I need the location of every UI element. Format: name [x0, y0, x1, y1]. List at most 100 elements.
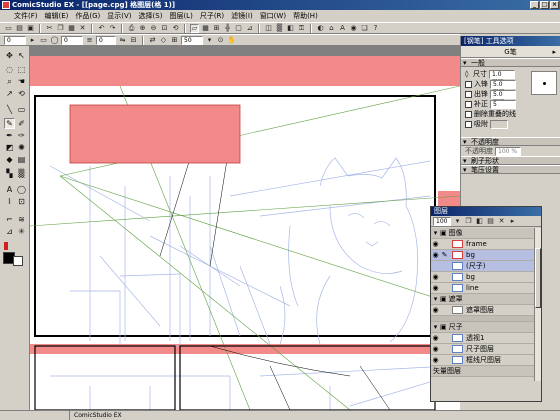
- layer-row-ruler-sub[interactable]: (尺子): [431, 261, 535, 272]
- delete-overlap-checkbox[interactable]: [465, 110, 472, 118]
- perspective-tool-icon[interactable]: ⊿: [4, 226, 15, 237]
- menu-view[interactable]: 显示(V): [107, 11, 131, 21]
- layer-row-mask[interactable]: ◉ 遮罩图层: [431, 305, 535, 316]
- eye-icon[interactable]: ◉: [431, 356, 440, 364]
- hand-icon[interactable]: ✋: [227, 36, 236, 45]
- option-field-1[interactable]: 0: [4, 35, 26, 45]
- selected-mask-rect[interactable]: [69, 104, 241, 164]
- panel-menu-icon[interactable]: ▸: [552, 48, 556, 56]
- maximize-button[interactable]: □: [540, 1, 549, 9]
- layer-row-vector[interactable]: 矢量图层: [431, 366, 535, 377]
- transparent-color-swatch[interactable]: [4, 242, 8, 250]
- eye-icon[interactable]: ◉: [431, 273, 440, 281]
- correction-field[interactable]: 5: [490, 99, 516, 109]
- layer-row-line[interactable]: ◉ line: [431, 283, 535, 294]
- speed-line-icon[interactable]: ≋: [16, 214, 27, 225]
- layer-folder-icon[interactable]: ▤: [486, 217, 495, 226]
- pattern-icon[interactable]: ▚: [4, 168, 15, 179]
- section-pressure[interactable]: 笔压设置: [461, 165, 560, 174]
- object-select-icon[interactable]: ↖: [16, 50, 27, 61]
- layer-icon[interactable]: ◫: [264, 24, 273, 33]
- text-tool-icon[interactable]: A: [4, 184, 15, 195]
- eraser-icon[interactable]: ◩: [4, 142, 15, 153]
- eye-icon[interactable]: ◉: [431, 251, 440, 259]
- folder-mask[interactable]: ▾ ▣ 遮罩: [431, 294, 535, 305]
- tool-name[interactable]: G笔: [504, 47, 516, 57]
- layer-row-bg-selected[interactable]: ◉ ✎ bg: [431, 250, 535, 261]
- pen-tool-icon[interactable]: ✎: [4, 118, 15, 129]
- navigator-icon[interactable]: ⌂: [327, 24, 336, 33]
- opacity-field[interactable]: 100 %: [495, 146, 521, 156]
- snap-icon[interactable]: ⊞: [212, 24, 221, 33]
- opacity-dropdown-icon[interactable]: ▾: [453, 217, 462, 226]
- lock-ratio-icon[interactable]: ⊟: [129, 36, 138, 45]
- mask-icon[interactable]: ◧: [286, 24, 295, 33]
- pointer-icon[interactable]: ↗: [4, 88, 15, 99]
- cut-icon[interactable]: ✂: [45, 24, 54, 33]
- grid-icon[interactable]: ▦: [201, 24, 210, 33]
- rotate-icon[interactable]: ⟲: [171, 24, 180, 33]
- zoom-out-icon[interactable]: ⊖: [149, 24, 158, 33]
- target-icon[interactable]: ⊙: [216, 36, 225, 45]
- line-tool-icon[interactable]: ╲: [4, 104, 15, 115]
- size-field[interactable]: 1.0 mm: [489, 69, 515, 85]
- out-field[interactable]: 5.0 mm: [490, 89, 516, 105]
- eye-icon[interactable]: ◉: [431, 306, 440, 314]
- pencil-tool-icon[interactable]: ✐: [16, 118, 27, 129]
- section-general[interactable]: 一般: [461, 58, 560, 67]
- section-brush-shape[interactable]: 刷子形状: [461, 156, 560, 165]
- folder-image[interactable]: ▾ ▣ 图像: [431, 228, 535, 239]
- layer-row-perspective[interactable]: ◉ 透视1: [431, 333, 535, 344]
- align-icon[interactable]: ≡: [85, 36, 94, 45]
- layer-row-ruler[interactable]: ◉ 尺子图层: [431, 344, 535, 355]
- hand-tool-icon[interactable]: ☚: [16, 76, 27, 87]
- rect-icon[interactable]: ▭: [39, 36, 48, 45]
- menu-edit[interactable]: 编辑(E): [45, 11, 69, 21]
- paste-icon[interactable]: ▦: [67, 24, 76, 33]
- zoom-in-icon[interactable]: ⊕: [138, 24, 147, 33]
- perspective-icon[interactable]: ⊿: [245, 24, 254, 33]
- redo-icon[interactable]: ↷: [108, 24, 117, 33]
- new-icon[interactable]: ▭: [4, 24, 13, 33]
- menu-help[interactable]: 帮助(H): [293, 11, 318, 21]
- option-field-4[interactable]: 50: [181, 35, 203, 45]
- delete-icon[interactable]: ✕: [78, 24, 87, 33]
- help-icon[interactable]: ?: [371, 24, 380, 33]
- focus-line-icon[interactable]: ✳: [16, 226, 27, 237]
- menu-window[interactable]: 窗口(W): [260, 11, 286, 21]
- balloon-icon[interactable]: ◯: [16, 184, 27, 195]
- option-field-3[interactable]: 0: [96, 35, 116, 45]
- dropdown-icon[interactable]: ▾: [205, 36, 214, 45]
- snap-field[interactable]: [490, 119, 508, 129]
- sub-color-swatch[interactable]: [13, 256, 23, 266]
- copy-icon[interactable]: ❐: [56, 24, 65, 33]
- section-opacity[interactable]: 不透明度: [461, 137, 560, 146]
- scrollbar-thumb[interactable]: [535, 248, 541, 308]
- new-layer-icon[interactable]: ❐: [464, 217, 473, 226]
- eyedropper-icon[interactable]: ⌇: [4, 196, 15, 207]
- ruler-icon[interactable]: ▱: [190, 23, 199, 33]
- layer-property-icon[interactable]: ◧: [475, 217, 484, 226]
- out-checkbox[interactable]: [465, 90, 472, 98]
- menu-ruler[interactable]: 尺子(R): [200, 11, 224, 21]
- fill-icon[interactable]: ◆: [4, 154, 15, 165]
- brush-icon[interactable]: ✑: [16, 130, 27, 141]
- tone-icon[interactable]: ▒: [275, 24, 284, 33]
- lock-icon[interactable]: ⚿: [297, 24, 306, 33]
- view-icon[interactable]: ◐: [316, 24, 325, 33]
- menu-filter[interactable]: 滤镜(I): [231, 11, 253, 21]
- ruler-tool-icon[interactable]: ⌐: [4, 214, 15, 225]
- fit-icon[interactable]: ⊡: [160, 24, 169, 33]
- layer-row-frame[interactable]: ◉ frame: [431, 239, 535, 250]
- text-icon[interactable]: A: [338, 24, 347, 33]
- option-field-2[interactable]: 0: [61, 35, 83, 45]
- layer-row-bg[interactable]: ◉ bg: [431, 272, 535, 283]
- eye-icon[interactable]: ◉: [431, 284, 440, 292]
- pen-edit-icon[interactable]: ✎: [440, 251, 449, 259]
- frame-tool-icon[interactable]: ⊡: [16, 196, 27, 207]
- layer-menu-icon[interactable]: ▸: [508, 217, 517, 226]
- lasso-icon[interactable]: ◌: [4, 64, 15, 75]
- menu-layer[interactable]: 图层(L): [169, 11, 192, 21]
- spin-icon[interactable]: ▸: [28, 36, 37, 45]
- move-icon[interactable]: ✥: [4, 50, 15, 61]
